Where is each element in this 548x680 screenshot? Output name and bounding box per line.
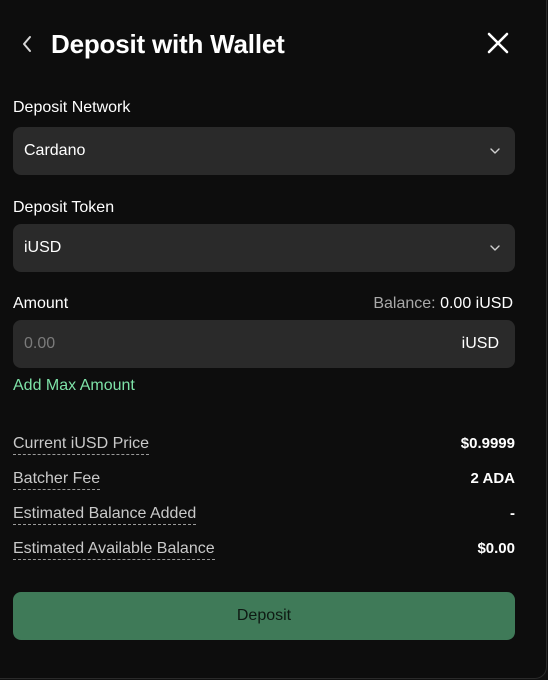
summary-row-batcher-fee: Batcher Fee 2 ADA — [13, 469, 515, 491]
close-icon — [487, 32, 509, 54]
amount-field: iUSD — [13, 320, 515, 368]
chevron-left-icon — [23, 36, 31, 52]
add-max-amount-link[interactable]: Add Max Amount — [13, 376, 135, 396]
balance-label: Balance: — [373, 295, 436, 312]
summary-label[interactable]: Estimated Balance Added — [13, 504, 197, 525]
summary-row-available-balance: Estimated Available Balance $0.00 — [13, 539, 515, 561]
deposit-panel: Deposit with Wallet Deposit Network Card… — [0, 0, 547, 679]
summary-label[interactable]: Current iUSD Price — [13, 434, 150, 455]
deposit-network-select[interactable]: Cardano — [13, 127, 515, 175]
summary-row-price: Current iUSD Price $0.9999 — [13, 434, 515, 456]
amount-label: Amount — [13, 295, 69, 312]
deposit-button-label: Deposit — [236, 607, 292, 624]
header: Deposit with Wallet — [0, 0, 546, 88]
page-title: Deposit with Wallet — [51, 29, 285, 59]
deposit-token-label: Deposit Token — [13, 199, 115, 216]
chevron-down-icon — [490, 148, 500, 154]
summary-value: $0.00 — [477, 540, 515, 557]
summary-row-balance-added: Estimated Balance Added - — [13, 504, 515, 526]
back-button[interactable] — [14, 30, 40, 58]
amount-input[interactable] — [24, 320, 444, 368]
amount-unit: iUSD — [461, 335, 499, 352]
chevron-down-icon — [490, 245, 500, 251]
summary-value: 2 ADA — [470, 470, 515, 487]
summary-label[interactable]: Estimated Available Balance — [13, 539, 215, 560]
balance-value: 0.00 iUSD — [440, 295, 513, 312]
deposit-token-value: iUSD — [24, 239, 62, 256]
summary-value: - — [510, 505, 515, 522]
deposit-network-value: Cardano — [24, 142, 86, 159]
summary-label[interactable]: Batcher Fee — [13, 469, 101, 490]
deposit-network-label: Deposit Network — [13, 99, 131, 116]
deposit-token-select[interactable]: iUSD — [13, 224, 515, 272]
balance-readout: Balance: 0.00 iUSD — [373, 294, 513, 314]
deposit-button[interactable]: Deposit — [13, 592, 515, 640]
close-button[interactable] — [482, 27, 514, 59]
summary-value: $0.9999 — [460, 435, 515, 452]
